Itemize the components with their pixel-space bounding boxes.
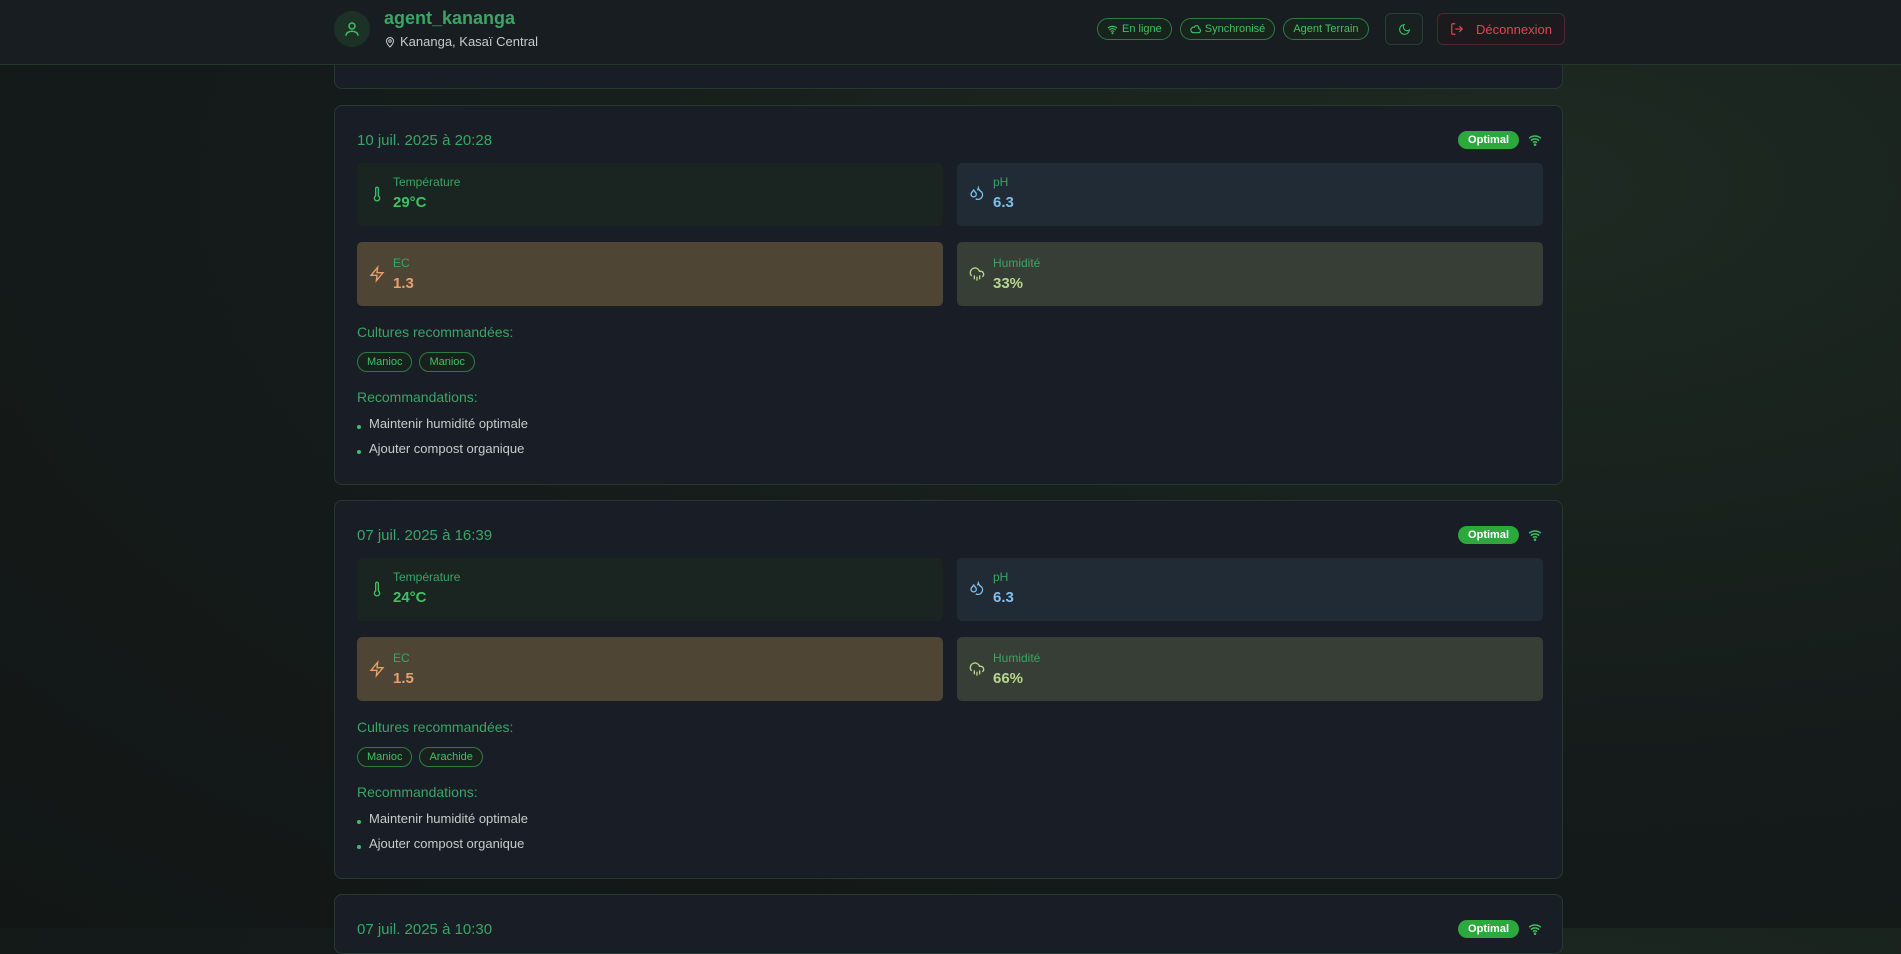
status-badge: Optimal bbox=[1458, 526, 1519, 544]
ph-metric: pH 6.3 bbox=[957, 558, 1543, 621]
zap-icon bbox=[369, 660, 385, 678]
logout-button[interactable]: Déconnexion bbox=[1437, 13, 1565, 45]
metric-value: 1.3 bbox=[393, 275, 414, 292]
map-pin-icon bbox=[385, 36, 395, 48]
cultures-tags: Manioc Arachide bbox=[357, 747, 483, 767]
wifi-icon bbox=[1528, 924, 1542, 935]
metric-label: pH bbox=[993, 570, 1009, 584]
recommendation-item: Maintenir humidité optimale bbox=[357, 811, 528, 826]
thermometer-icon bbox=[373, 581, 381, 597]
ph-metric: pH 6.3 bbox=[957, 163, 1543, 226]
metric-label: Température bbox=[393, 175, 461, 189]
zap-icon bbox=[369, 265, 385, 283]
avatar bbox=[334, 11, 370, 47]
theme-toggle-button[interactable] bbox=[1385, 13, 1423, 45]
ec-metric: EC 1.5 bbox=[357, 637, 943, 701]
recommendation-item: Maintenir humidité optimale bbox=[357, 416, 528, 431]
logout-icon bbox=[1451, 23, 1464, 35]
reading-date: 07 juil. 2025 à 16:39 bbox=[357, 527, 493, 544]
droplets-icon bbox=[970, 580, 984, 596]
temperature-metric: Température 29°C bbox=[357, 163, 943, 226]
reading-date: 10 juil. 2025 à 20:28 bbox=[357, 132, 493, 149]
metric-label: pH bbox=[993, 175, 1009, 189]
user-location: Kananga, Kasaï Central bbox=[384, 34, 538, 49]
metric-value: 66% bbox=[993, 670, 1024, 687]
metric-label: EC bbox=[393, 256, 410, 270]
reading-card: 07 juil. 2025 à 10:30 Optimal bbox=[334, 894, 1563, 954]
culture-tag: Manioc bbox=[357, 747, 413, 767]
metric-label: Humidité bbox=[993, 651, 1041, 665]
recommendation-item: Ajouter compost organique bbox=[357, 836, 524, 851]
status-badges: En ligne Synchronisé Agent Terrain bbox=[1097, 18, 1369, 40]
temperature-metric: Température 24°C bbox=[357, 558, 943, 621]
ec-metric: EC 1.3 bbox=[357, 242, 943, 306]
metric-value: 24°C bbox=[393, 589, 427, 606]
metric-label: Humidité bbox=[993, 256, 1041, 270]
metric-value: 6.3 bbox=[993, 194, 1014, 211]
culture-tag: Manioc bbox=[357, 352, 413, 372]
cloud-icon bbox=[1190, 24, 1201, 33]
culture-tag: Manioc bbox=[419, 352, 475, 372]
cultures-tags: Manioc Manioc bbox=[357, 352, 475, 372]
culture-tag: Arachide bbox=[419, 747, 483, 767]
metric-value: 29°C bbox=[393, 194, 427, 211]
droplets-icon bbox=[970, 185, 984, 201]
recommendation-item: Ajouter compost organique bbox=[357, 441, 524, 456]
user-name: agent_kananga bbox=[384, 8, 516, 28]
cloud-rain-icon bbox=[969, 662, 985, 676]
metric-label: Température bbox=[393, 570, 461, 584]
status-badge: Optimal bbox=[1458, 131, 1519, 149]
moon-icon bbox=[1398, 23, 1410, 35]
metric-label: EC bbox=[393, 651, 410, 665]
recommendations-title: Recommandations: bbox=[357, 389, 478, 405]
cloud-rain-icon bbox=[969, 267, 985, 281]
reading-card: 10 juil. 2025 à 20:28 Optimal Températur… bbox=[334, 105, 1563, 485]
role-badge: Agent Terrain bbox=[1283, 18, 1369, 40]
cultures-title: Cultures recommandées: bbox=[357, 719, 514, 735]
cultures-title: Cultures recommandées: bbox=[357, 324, 514, 340]
thermometer-icon bbox=[373, 186, 381, 202]
online-badge: En ligne bbox=[1097, 18, 1172, 40]
metric-value: 1.5 bbox=[393, 670, 414, 687]
metric-value: 33% bbox=[993, 275, 1024, 292]
humidity-metric: Humidité 66% bbox=[957, 637, 1543, 701]
metric-value: 6.3 bbox=[993, 589, 1014, 606]
humidity-metric: Humidité 33% bbox=[957, 242, 1543, 306]
synced-badge: Synchronisé bbox=[1179, 18, 1276, 40]
wifi-icon bbox=[1528, 135, 1542, 146]
recommendations-title: Recommandations: bbox=[357, 784, 478, 800]
reading-date: 07 juil. 2025 à 10:30 bbox=[357, 921, 493, 938]
app-header: agent_kananga Kananga, Kasaï Central En … bbox=[0, 0, 1901, 65]
reading-card: 07 juil. 2025 à 16:39 Optimal Températur… bbox=[334, 500, 1563, 879]
user-icon bbox=[345, 22, 359, 36]
wifi-icon bbox=[1528, 530, 1542, 541]
status-badge: Optimal bbox=[1458, 920, 1519, 938]
location-text: Kananga, Kasaï Central bbox=[400, 34, 539, 49]
wifi-icon bbox=[1107, 25, 1118, 34]
